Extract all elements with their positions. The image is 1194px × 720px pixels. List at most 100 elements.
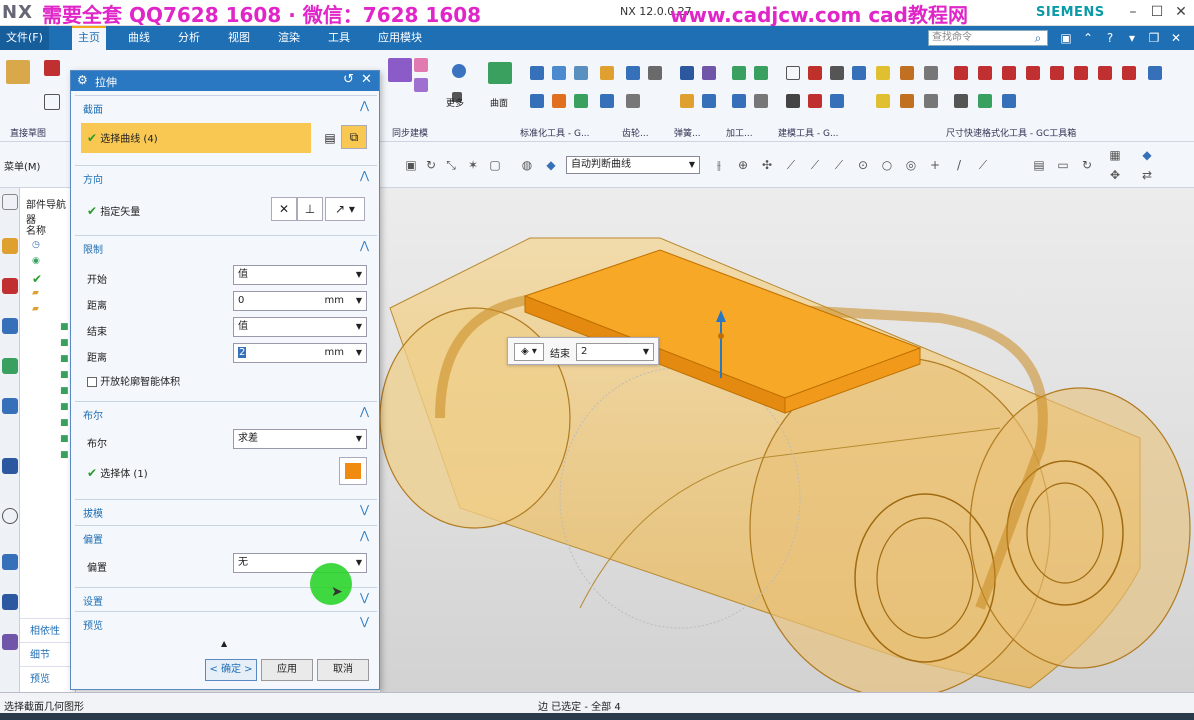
gc-tool-icon-12[interactable]: [702, 94, 716, 108]
modeling-tool-icon-1[interactable]: [732, 66, 746, 80]
navigator-details[interactable]: 细节: [20, 642, 76, 662]
help-icon[interactable]: ?: [1102, 30, 1118, 46]
snap-quadrant-icon[interactable]: ○: [880, 158, 894, 172]
collapse-arrow-icon[interactable]: ▲: [221, 639, 227, 648]
modeling-tool-icon-7[interactable]: [754, 94, 768, 108]
dimension-icon-17[interactable]: [978, 94, 992, 108]
snap-line-icon[interactable]: ⟋: [784, 158, 798, 172]
view-icon[interactable]: ◍: [520, 158, 534, 172]
dimension-icon-1[interactable]: [876, 66, 890, 80]
gc-tool-icon-7[interactable]: [552, 94, 566, 108]
restore-icon[interactable]: ❐: [1146, 30, 1162, 46]
curve-rule-select[interactable]: 自动判断曲线 ▼: [566, 156, 700, 174]
vector-type-dropdown[interactable]: ↗ ▾: [325, 197, 365, 221]
modeling-tool-icon-8[interactable]: [786, 94, 800, 108]
cancel-button[interactable]: 取消: [317, 659, 369, 681]
list-item[interactable]: ✔: [32, 272, 72, 286]
dimension-icon-18[interactable]: [1002, 94, 1016, 108]
orient-icon[interactable]: ⇄: [1140, 168, 1154, 182]
window-icon[interactable]: ▣: [1058, 30, 1074, 46]
dimension-icon-14[interactable]: [900, 94, 914, 108]
collapse-ribbon-icon[interactable]: ⌃: [1080, 30, 1096, 46]
extrude-feature-icon[interactable]: [388, 58, 412, 82]
layout-icon[interactable]: ▦: [1108, 148, 1122, 162]
gc-tool-icon-5[interactable]: [648, 66, 662, 80]
snap-point-icon[interactable]: ◎: [904, 158, 918, 172]
close-icon[interactable]: ✕: [1170, 3, 1192, 21]
modeling-tool-icon-9[interactable]: [808, 94, 822, 108]
modeling-tool-icon-6[interactable]: [732, 94, 746, 108]
snap-center-icon[interactable]: ⊙: [856, 158, 870, 172]
gc-tool-icon-8[interactable]: [574, 94, 588, 108]
process-studio-icon[interactable]: [2, 634, 18, 650]
onscreen-end-input[interactable]: 2 ▼: [576, 343, 654, 361]
gc-tool-icon-1[interactable]: [530, 66, 544, 80]
3d-model-view[interactable]: [380, 188, 1194, 692]
apply-button[interactable]: 应用: [261, 659, 313, 681]
system-scenes-icon[interactable]: [2, 594, 18, 610]
web-browser-icon[interactable]: [2, 398, 18, 414]
stop-at-intersection-icon[interactable]: ⫲: [712, 158, 726, 172]
dimension-icon-6[interactable]: [1002, 66, 1016, 80]
gear-icon[interactable]: [600, 66, 614, 80]
constraint-icon[interactable]: [2, 278, 18, 294]
tab-view[interactable]: 视图: [222, 26, 256, 50]
close-icon[interactable]: ✕: [361, 72, 372, 87]
gc-tool-icon-2[interactable]: [552, 66, 566, 80]
file-menu[interactable]: 文件(F): [0, 26, 49, 50]
reverse-direction-icon[interactable]: ✕: [271, 197, 297, 221]
tab-application[interactable]: 应用模块: [372, 26, 428, 50]
gc-tool-icon-4[interactable]: [626, 66, 640, 80]
rectangle-icon[interactable]: [44, 94, 60, 110]
tab-tools[interactable]: 工具: [322, 26, 356, 50]
section-header-limits[interactable]: 限制 ⋀: [75, 235, 377, 257]
snap-on-curve-icon[interactable]: /: [952, 158, 966, 172]
reset-icon[interactable]: ↺: [343, 72, 354, 87]
rotate-icon[interactable]: ↻: [1080, 158, 1094, 172]
sketch-icon[interactable]: [6, 60, 30, 84]
end-distance-input[interactable]: 2 mm ▼: [233, 343, 367, 363]
dimension-icon-7[interactable]: [1026, 66, 1040, 80]
body-icon[interactable]: ◆: [544, 158, 558, 172]
gear-icon[interactable]: ⚙: [77, 73, 88, 87]
navigator-dependencies[interactable]: 相依性: [20, 618, 76, 638]
feature-icon[interactable]: [414, 58, 428, 72]
select-all-icon[interactable]: ✶: [466, 158, 480, 172]
section-header-direction[interactable]: 方向 ⋀: [75, 165, 377, 187]
dimension-icon-3[interactable]: [924, 66, 938, 80]
tab-render[interactable]: 渲染: [272, 26, 306, 50]
gc-tool-icon-9[interactable]: [600, 94, 614, 108]
dimension-icon-12[interactable]: [1148, 66, 1162, 80]
sync-icon[interactable]: [452, 64, 466, 78]
gc-tool-icon-3[interactable]: [574, 66, 588, 80]
triangle-icon[interactable]: [786, 66, 800, 80]
dimension-icon-2[interactable]: [900, 66, 914, 80]
section-sketch-icon[interactable]: ▤: [317, 127, 343, 151]
snap-icon[interactable]: ↻: [424, 158, 438, 172]
limit-type-dropdown[interactable]: ◈ ▾: [514, 343, 544, 361]
minimize-icon[interactable]: –: [1122, 3, 1144, 21]
dimension-icon-11[interactable]: [1122, 66, 1136, 80]
dimension-icon-8[interactable]: [1050, 66, 1064, 80]
list-item[interactable]: ◷: [32, 240, 72, 252]
snap-endpoint-icon[interactable]: ✣: [760, 158, 774, 172]
section-header-preview[interactable]: 预览 ⋁: [75, 611, 377, 633]
close-doc-icon[interactable]: ✕: [1168, 30, 1184, 46]
select-curve-row[interactable]: ✔ 选择曲线 (4): [81, 123, 311, 153]
dropdown-icon[interactable]: ▾: [1124, 30, 1140, 46]
list-item[interactable]: ▰: [32, 288, 72, 300]
screen-icon[interactable]: ▭: [1056, 158, 1070, 172]
curve-icon[interactable]: [44, 60, 60, 76]
dialog-title-bar[interactable]: ⚙ 拉伸 ↺ ✕: [71, 71, 379, 91]
modeling-tool-icon-10[interactable]: [830, 94, 844, 108]
snap-intersect-icon[interactable]: ⟋: [976, 158, 990, 172]
surface-icon[interactable]: [488, 62, 512, 84]
dimension-icon-16[interactable]: [954, 94, 968, 108]
reuse-library-icon[interactable]: [2, 358, 18, 374]
start-distance-input[interactable]: 0 mm ▼: [233, 291, 367, 311]
role-icon[interactable]: [2, 458, 18, 474]
open-profile-checkbox[interactable]: 开放轮廓智能体积: [87, 373, 180, 388]
wcs-icon[interactable]: ✥: [1108, 168, 1122, 182]
navigator-column-header[interactable]: 名称: [26, 222, 46, 237]
boolean-select[interactable]: 求差 ▼: [233, 429, 367, 449]
